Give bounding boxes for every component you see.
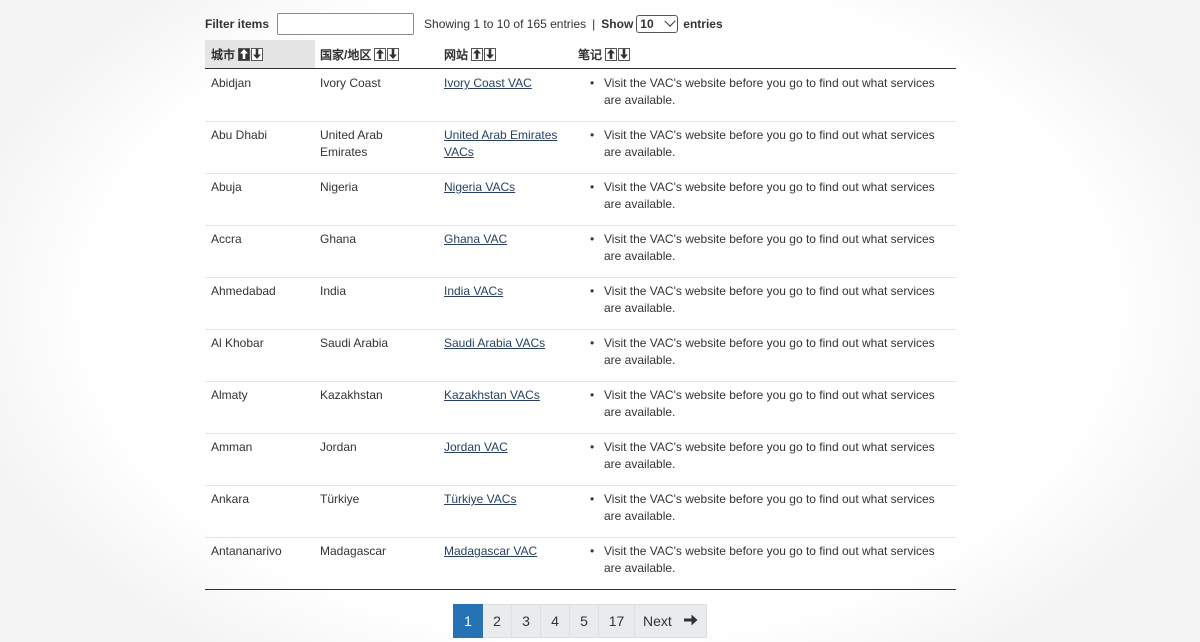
entries-info: Showing 1 to 10 of 165 entries [424, 17, 587, 31]
table-row: Abu Dhabi United Arab Emirates United Ar… [205, 121, 956, 174]
entries-label: entries [683, 17, 723, 31]
page-button-17[interactable]: 17 [599, 604, 635, 638]
sort-descending-icon[interactable] [484, 47, 497, 61]
note-text: Visit the VAC's website before you go to… [604, 544, 935, 575]
table-row: Accra Ghana Ghana VAC • Visit the VAC's … [205, 225, 956, 278]
vac-website-link[interactable]: Jordan VAC [444, 440, 508, 454]
note-text: Visit the VAC's website before you go to… [604, 388, 935, 419]
bullet-icon: • [590, 440, 595, 454]
page-size-value: 10 [640, 17, 654, 31]
note-text: Visit the VAC's website before you go to… [604, 284, 935, 315]
vac-website-link[interactable]: Madagascar VAC [444, 544, 537, 558]
note-text: Visit the VAC's website before you go to… [604, 232, 935, 263]
cell-city: Ahmedabad [211, 284, 276, 298]
bullet-icon: • [590, 492, 595, 506]
sort-ascending-icon[interactable] [471, 47, 484, 61]
vac-website-link[interactable]: United Arab Emirates VACs [444, 128, 557, 159]
cell-country: Saudi Arabia [320, 336, 389, 350]
chevron-down-icon [664, 15, 676, 27]
bullet-icon: • [590, 232, 595, 246]
table-controls: Filter items Showing 1 to 10 of 165 entr… [205, 12, 723, 36]
header-website[interactable]: 网站 [444, 40, 497, 68]
bullet-icon: • [590, 388, 595, 402]
header-city-label: 城市 [211, 47, 236, 62]
vac-website-link[interactable]: Türkiye VACs [444, 492, 516, 506]
vac-website-link[interactable]: Ghana VAC [444, 232, 507, 246]
bullet-icon: • [590, 336, 595, 350]
page-button-4[interactable]: 4 [541, 604, 570, 638]
table-row: Amman Jordan Jordan VAC • Visit the VAC'… [205, 433, 956, 486]
pagination: 1 2 3 4 5 17 Next [453, 604, 707, 638]
vac-website-link[interactable]: Nigeria VACs [444, 180, 515, 194]
header-notes[interactable]: 笔记 [578, 40, 631, 68]
bullet-icon: • [590, 180, 595, 194]
cell-country: Türkiye [320, 492, 360, 506]
table-row: Abuja Nigeria Nigeria VACs • Visit the V… [205, 173, 956, 226]
cell-city: Antananarivo [211, 544, 282, 558]
page-button-5[interactable]: 5 [570, 604, 599, 638]
header-country-label: 国家/地区 [320, 47, 372, 62]
bullet-icon: • [590, 76, 595, 90]
next-page-button[interactable]: Next [635, 604, 707, 638]
cell-country: United Arab Emirates [320, 128, 383, 159]
cell-country: India [320, 284, 347, 298]
filter-input[interactable] [277, 13, 415, 35]
table-row: Ahmedabad India India VACs • Visit the V… [205, 277, 956, 330]
note-text: Visit the VAC's website before you go to… [604, 440, 935, 471]
cell-country: Jordan [320, 440, 357, 454]
bullet-icon: • [590, 128, 595, 142]
header-website-label: 网站 [444, 47, 469, 62]
bullet-icon: • [590, 544, 595, 558]
cell-city: Ankara [211, 492, 250, 506]
bullet-icon: • [590, 284, 595, 298]
cell-country: Kazakhstan [320, 388, 383, 402]
table-row: Ankara Türkiye Türkiye VACs • Visit the … [205, 485, 956, 538]
sort-ascending-icon[interactable] [374, 47, 387, 61]
show-label: Show [601, 17, 634, 31]
sort-descending-icon[interactable] [251, 47, 264, 61]
vac-website-link[interactable]: Saudi Arabia VACs [444, 336, 545, 350]
cell-country: Nigeria [320, 180, 359, 194]
vac-website-link[interactable]: Ivory Coast VAC [444, 76, 532, 90]
table-header: 城市 国家/地区 网站 笔记 [205, 40, 956, 69]
note-text: Visit the VAC's website before you go to… [604, 76, 935, 107]
cell-city: Al Khobar [211, 336, 264, 350]
table-row: Al Khobar Saudi Arabia Saudi Arabia VACs… [205, 329, 956, 382]
page-button-1[interactable]: 1 [453, 604, 483, 638]
vac-website-link[interactable]: India VACs [444, 284, 503, 298]
cell-city: Abuja [211, 180, 242, 194]
table-row: Almaty Kazakhstan Kazakhstan VACs • Visi… [205, 381, 956, 434]
page-button-2[interactable]: 2 [483, 604, 512, 638]
header-city[interactable]: 城市 [205, 40, 315, 68]
cell-country: Madagascar [320, 544, 387, 558]
sort-descending-icon[interactable] [387, 47, 400, 61]
cell-country: Ghana [320, 232, 357, 246]
cell-city: Accra [211, 232, 242, 246]
filter-label: Filter items [205, 17, 270, 31]
note-text: Visit the VAC's website before you go to… [604, 180, 935, 211]
note-text: Visit the VAC's website before you go to… [604, 336, 935, 367]
table-row: Antananarivo Madagascar Madagascar VAC •… [205, 537, 956, 590]
arrow-right-icon [684, 613, 698, 629]
info-separator: | [592, 17, 596, 31]
note-text: Visit the VAC's website before you go to… [604, 128, 935, 159]
page-button-3[interactable]: 3 [512, 604, 541, 638]
sort-ascending-icon[interactable] [605, 47, 618, 61]
next-label: Next [643, 613, 672, 629]
sort-ascending-icon[interactable] [238, 47, 251, 61]
cell-country: Ivory Coast [320, 76, 381, 90]
sort-descending-icon[interactable] [618, 47, 631, 61]
cell-city: Almaty [211, 388, 248, 402]
page: Filter items Showing 1 to 10 of 165 entr… [0, 0, 1200, 642]
note-text: Visit the VAC's website before you go to… [604, 492, 935, 523]
cell-city: Abidjan [211, 76, 252, 90]
header-country[interactable]: 国家/地区 [320, 40, 400, 68]
vac-website-link[interactable]: Kazakhstan VACs [444, 388, 540, 402]
page-size-select[interactable]: 10 [636, 15, 679, 33]
cell-city: Amman [211, 440, 253, 454]
header-notes-label: 笔记 [578, 47, 603, 62]
table-row: Abidjan Ivory Coast Ivory Coast VAC • Vi… [205, 69, 956, 122]
cell-city: Abu Dhabi [211, 128, 268, 142]
